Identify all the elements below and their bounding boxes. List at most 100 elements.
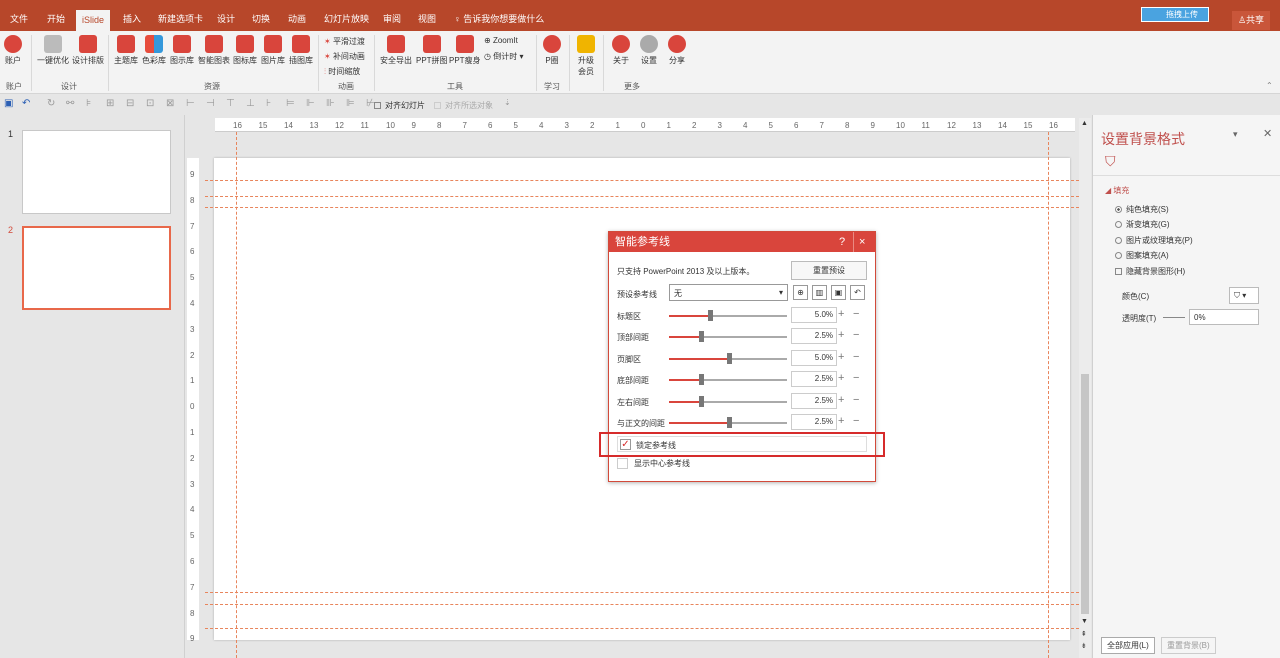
zoomit-button[interactable]: ⊕ ZoomIt: [484, 36, 518, 45]
gradient-fill-radio[interactable]: 渐变填充(G): [1115, 219, 1170, 230]
plus-icon[interactable]: +: [838, 309, 844, 320]
color-library-button[interactable]: 色彩库: [142, 35, 166, 66]
minus-icon[interactable]: −: [853, 416, 859, 427]
delete-preset-button[interactable]: ▥: [812, 285, 827, 300]
guide-slider[interactable]: [669, 310, 787, 321]
tab-insert[interactable]: 插入: [123, 10, 141, 31]
crop-icon[interactable]: ⊢: [186, 98, 195, 109]
guide-value-input[interactable]: 2.5%: [791, 414, 837, 430]
copy-icon[interactable]: ⊨: [286, 98, 295, 109]
distribute-icon[interactable]: ⊡: [146, 98, 154, 109]
illustration-library-button[interactable]: 插图库: [289, 35, 313, 66]
align-right-icon[interactable]: ⊟: [126, 98, 134, 109]
picture-library-button[interactable]: 图片库: [261, 35, 285, 66]
size-icon[interactable]: ⊥: [246, 98, 255, 109]
icon-library-button[interactable]: 图标库: [233, 35, 257, 66]
undo-icon[interactable]: ↶: [22, 98, 30, 109]
settings-button[interactable]: 设置: [640, 35, 658, 66]
lock-icon[interactable]: ⊠: [166, 98, 174, 109]
align-center-icon[interactable]: ⊞: [106, 98, 114, 109]
one-key-optimize-button[interactable]: 一键优化: [37, 35, 69, 66]
help-icon[interactable]: ?: [839, 232, 845, 252]
guide-line[interactable]: [205, 604, 1079, 605]
reset-background-button[interactable]: 重置背景(B): [1161, 637, 1216, 654]
guide-line[interactable]: [205, 628, 1079, 629]
p-circle-button[interactable]: P圈: [543, 35, 561, 66]
ppt-slim-button[interactable]: PPT瘦身: [449, 35, 481, 66]
collapse-ribbon-icon[interactable]: ⌃: [1266, 81, 1273, 90]
plus-icon[interactable]: +: [838, 394, 844, 406]
minus-icon[interactable]: −: [853, 394, 859, 406]
color-picker-button[interactable]: ⛉ ▾: [1229, 287, 1259, 304]
guide-line[interactable]: [205, 592, 1079, 593]
preset-select[interactable]: 无 ▾: [669, 284, 788, 301]
time-scale-button[interactable]: ⫶ 时间缩放: [324, 66, 360, 77]
minus-icon[interactable]: −: [853, 351, 859, 363]
paint-bucket-icon[interactable]: ⛉: [1105, 153, 1116, 170]
guide-slider[interactable]: [669, 374, 787, 386]
vertical-scrollbar[interactable]: ▲ ▼ ⇞ ⇟: [1079, 118, 1091, 658]
fill-section-header[interactable]: ◢ 填充: [1105, 185, 1129, 196]
tell-me-box[interactable]: ♀ 告诉我你想要做什么: [454, 10, 544, 31]
slider-knob[interactable]: [708, 310, 714, 321]
tab-islide[interactable]: iSlide: [76, 10, 111, 31]
rotate-icon[interactable]: ⊩: [306, 98, 315, 109]
shape-icon[interactable]: ⊫: [346, 98, 355, 109]
theme-library-button[interactable]: 主题库: [114, 35, 138, 66]
upgrade-member-button[interactable]: 升级 会员: [577, 35, 595, 77]
guide-slider[interactable]: [669, 331, 787, 343]
tab-slideshow[interactable]: 幻灯片放映: [324, 10, 369, 31]
guide-value-input[interactable]: 2.5%: [791, 328, 837, 345]
about-button[interactable]: 关于: [612, 35, 630, 66]
pane-options-icon[interactable]: ▾: [1233, 129, 1238, 140]
guide-value-input[interactable]: 5.0%: [791, 307, 837, 323]
guide-slider[interactable]: [669, 395, 787, 407]
align-slide-checkbox[interactable]: 对齐幻灯片: [374, 100, 425, 111]
reset-preset-button[interactable]: 重置预设: [791, 261, 867, 280]
plus-icon[interactable]: +: [838, 373, 844, 384]
tab-review[interactable]: 审阅: [383, 10, 401, 31]
close-icon[interactable]: ×: [859, 232, 865, 252]
apply-all-button[interactable]: 全部应用(L): [1101, 637, 1155, 654]
guide-line[interactable]: [205, 180, 1079, 181]
slide-thumbnail-2[interactable]: [22, 226, 171, 310]
tab-design[interactable]: 设计: [217, 10, 235, 31]
slider-knob[interactable]: [698, 374, 704, 386]
ppt-puzzle-button[interactable]: PPT拼图: [416, 35, 448, 66]
guide-line[interactable]: [205, 196, 1079, 197]
guide-slider[interactable]: [669, 417, 787, 428]
minus-icon[interactable]: −: [853, 373, 859, 384]
next-slide-icon[interactable]: ⇟: [1081, 642, 1087, 650]
upload-button[interactable]: 拖拽上传: [1141, 7, 1209, 22]
safe-export-button[interactable]: 安全导出: [380, 35, 412, 66]
design-layout-button[interactable]: 设计排版: [72, 35, 104, 66]
smooth-transition-button[interactable]: ✶ 平滑过渡: [324, 36, 365, 47]
guide-value-input[interactable]: 5.0%: [791, 349, 837, 366]
tab-animations[interactable]: 动画: [288, 10, 306, 31]
slider-knob[interactable]: [698, 395, 704, 407]
solid-fill-radio[interactable]: 纯色填充(S): [1115, 204, 1169, 215]
transparency-input[interactable]: 0%: [1189, 309, 1259, 325]
checkbox-box[interactable]: [617, 458, 628, 470]
diagram-library-button[interactable]: 图示库: [170, 35, 194, 66]
scroll-up-icon[interactable]: ▲: [1081, 120, 1088, 127]
save-icon[interactable]: ▣: [4, 98, 13, 109]
scroll-thumb[interactable]: [1081, 374, 1089, 614]
tab-file[interactable]: 文件: [10, 10, 28, 31]
tab-transitions[interactable]: 切换: [252, 10, 270, 31]
plus-icon[interactable]: +: [838, 330, 844, 341]
align-left-icon[interactable]: ⊧: [86, 98, 91, 109]
slider-knob[interactable]: [698, 331, 704, 343]
share-ribbon-button[interactable]: 分享: [668, 35, 686, 66]
tween-animation-button[interactable]: ✶ 补间动画: [324, 51, 365, 62]
countdown-button[interactable]: ◷ 倒计时 ▾: [484, 51, 523, 62]
minus-icon[interactable]: −: [853, 309, 859, 320]
guide-line[interactable]: [1048, 132, 1049, 658]
share-button[interactable]: ♙共享: [1232, 11, 1270, 30]
transparency-slider[interactable]: [1163, 317, 1185, 318]
pattern-fill-radio[interactable]: 图案填充(A): [1115, 250, 1169, 261]
guide-line[interactable]: [236, 132, 237, 658]
group-icon[interactable]: ⊣: [206, 98, 215, 109]
redo-icon[interactable]: ↻: [47, 98, 55, 109]
center-guides-row[interactable]: 显示中心参考线: [617, 458, 690, 470]
